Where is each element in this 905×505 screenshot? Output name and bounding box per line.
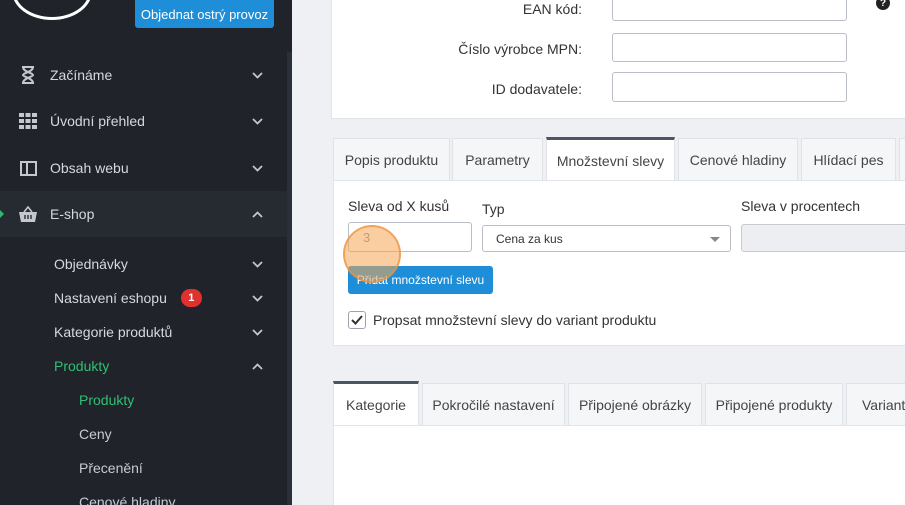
chevron-down-icon [252, 68, 263, 82]
sidebar-subitem-objednavky[interactable]: Objednávky [54, 249, 287, 279]
mpn-input[interactable] [612, 33, 847, 62]
sidebar-item-label: Začínáme [50, 67, 113, 83]
category-panel [333, 425, 905, 505]
qty-label: Sleva od X kusů [348, 198, 450, 214]
sidebar-subsubitem-ceny[interactable]: Ceny [79, 419, 112, 449]
ean-label: EAN kód: [522, 1, 582, 17]
tab-more[interactable] [899, 138, 905, 180]
ean-input[interactable] [612, 0, 847, 21]
sidebar-subitem-label: Produkty [54, 358, 110, 374]
propagate-label: Propsat množstevní slevy do variant prod… [373, 312, 657, 328]
chevron-down-icon [252, 257, 263, 271]
layout-icon [18, 158, 38, 178]
tab-popis-produktu[interactable]: Popis produktu [333, 138, 450, 180]
supplier-id-input[interactable] [612, 72, 847, 102]
tab-pripojene-produkty[interactable]: Připojené produkty [705, 383, 843, 425]
add-discount-button[interactable]: Přidat množstevní slevu [348, 266, 493, 294]
sidebar-subitem-label: Objednávky [54, 256, 128, 272]
sidebar-subitem-label: Kategorie produktů [54, 324, 173, 340]
tab-varianty[interactable]: Varianty [846, 383, 905, 425]
type-select[interactable]: Cena za kus [482, 225, 731, 252]
sidebar-subsubitem-produkty[interactable]: Produkty [79, 385, 134, 415]
basket-icon [18, 204, 38, 224]
mpn-label: Číslo výrobce MPN: [458, 41, 582, 57]
chevron-down-icon [252, 325, 263, 339]
tab-hlidaci-pes[interactable]: Hlídací pes [801, 138, 896, 180]
sidebar-item-label: Úvodní přehled [50, 113, 145, 129]
supplier-id-label: ID dodavatele: [491, 81, 582, 97]
tab-pokrocile-nastaveni[interactable]: Pokročilé nastavení [422, 383, 565, 425]
sidebar-item-zaciname[interactable]: Začínáme [0, 52, 287, 98]
sidebar-subitem-label: Nastavení eshopu [54, 290, 167, 306]
sidebar-subitem-nastaveni-eshopu[interactable]: Nastavení eshopu 1 [54, 283, 287, 313]
active-indicator [0, 210, 4, 218]
sidebar-subsubitem-preceneni[interactable]: Přecenění [79, 453, 143, 483]
sidebar-subitem-produkty[interactable]: Produkty [54, 351, 287, 381]
grid-icon [18, 111, 38, 131]
tab-mnozstevni-slevy[interactable]: Množstevní slevy [546, 137, 675, 181]
sidebar-item-label: E-shop [50, 206, 95, 222]
sidebar-item-obsah-webu[interactable]: Obsah webu [0, 145, 287, 191]
tab-cenove-hladiny[interactable]: Cenové hladiny [678, 138, 798, 180]
notification-badge: 1 [180, 289, 202, 307]
tab-kategorie[interactable]: Kategorie [333, 381, 419, 425]
sidebar: Objednat ostrý provoz Začínáme Úvodní př… [0, 0, 292, 505]
percent-label: Sleva v procentech [741, 198, 861, 214]
chevron-down-icon [252, 291, 263, 305]
sidebar-item-label: Obsah webu [50, 160, 129, 176]
sidebar-scrollbar[interactable] [287, 52, 292, 505]
sidebar-subsubitem-cenove-hladiny[interactable]: Cenové hladiny [79, 487, 176, 505]
chevron-up-icon [252, 359, 263, 373]
chevron-down-icon [252, 114, 263, 128]
tab-parametry[interactable]: Parametry [452, 138, 543, 180]
qty-input[interactable]: 3 [348, 222, 472, 252]
hourglass-icon [18, 65, 38, 85]
checkmark-icon [351, 313, 363, 328]
order-live-button[interactable]: Objednat ostrý provoz [135, 0, 274, 28]
tab-pripojene-obrazky[interactable]: Připojené obrázky [568, 383, 702, 425]
propagate-checkbox[interactable] [348, 311, 366, 329]
percent-input[interactable] [741, 224, 905, 252]
chevron-down-icon [252, 161, 263, 175]
logo [12, 0, 92, 20]
type-label: Typ [482, 201, 505, 217]
sidebar-subitem-kategorie[interactable]: Kategorie produktů [54, 317, 287, 347]
chevron-up-icon [252, 207, 263, 221]
type-select-value: Cena za kus [496, 231, 563, 246]
sidebar-item-prehled[interactable]: Úvodní přehled [0, 98, 287, 144]
caret-down-icon [710, 237, 720, 242]
sidebar-item-eshop[interactable]: E-shop [0, 191, 287, 237]
